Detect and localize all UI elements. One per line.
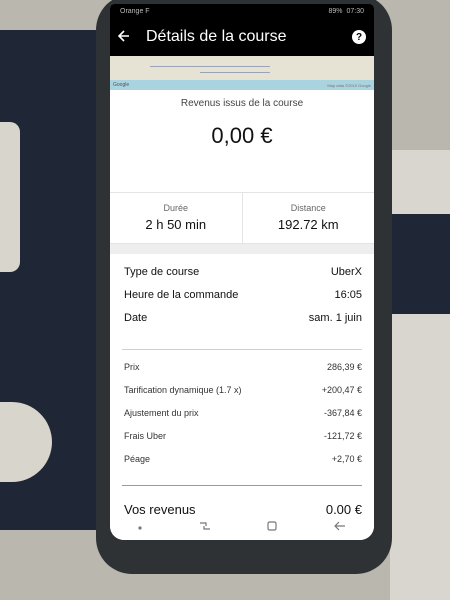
trip-stats: Durée 2 h 50 min Distance 192.72 km bbox=[110, 192, 374, 244]
case-cutout-bottom bbox=[0, 402, 52, 482]
duration-value: 2 h 50 min bbox=[145, 217, 207, 232]
phone-screen: Orange F 89% 07:30 Détails de la course … bbox=[110, 4, 374, 540]
duration-label: Durée bbox=[163, 203, 188, 213]
arrow-left-icon[interactable] bbox=[117, 29, 138, 45]
app-bar: Détails de la course ? bbox=[110, 18, 374, 56]
distance-stat: Distance 192.72 km bbox=[241, 193, 375, 243]
dot-icon bbox=[138, 521, 142, 533]
fare-label: Frais Uber bbox=[124, 431, 167, 441]
fare-label: Ajustement du prix bbox=[124, 408, 199, 418]
trip-info: Type de course UberX Heure de la command… bbox=[110, 254, 374, 345]
page-title: Détails de la course bbox=[146, 28, 287, 45]
fare-value: +200,47 € bbox=[321, 385, 362, 395]
fare-label: Péage bbox=[124, 454, 151, 464]
map-road bbox=[150, 66, 270, 67]
case-cutout-top bbox=[0, 122, 20, 272]
clock: 07:30 bbox=[346, 7, 364, 15]
fare-row: Prix 286,39 € bbox=[124, 362, 362, 385]
fare-value: -367,84 € bbox=[323, 408, 362, 418]
system-nav-bar bbox=[110, 514, 374, 540]
fare-value: -121,72 € bbox=[323, 431, 362, 441]
help-icon[interactable]: ? bbox=[352, 30, 366, 44]
earnings-label: Revenus issus de la course bbox=[180, 98, 304, 109]
fare-row: Tarification dynamique (1.7 x) +200,47 € bbox=[124, 385, 362, 408]
earnings-amount: 0,00 € bbox=[211, 123, 273, 148]
battery-label: 89% bbox=[328, 7, 343, 15]
route-map[interactable]: Google Map data ©2019 Google bbox=[110, 56, 374, 90]
carrier-label: Orange F bbox=[120, 7, 150, 15]
distance-label: Distance bbox=[290, 203, 326, 213]
duration-stat: Durée 2 h 50 min bbox=[110, 193, 242, 243]
trip-type-label: Type de course bbox=[124, 266, 200, 278]
fare-value: +2,70 € bbox=[331, 454, 362, 464]
trip-info-row: Type de course UberX bbox=[124, 266, 362, 289]
trip-info-row: Heure de la commande 16:05 bbox=[124, 289, 362, 312]
map-land bbox=[110, 56, 374, 80]
map-attribution: Map data ©2019 Google bbox=[327, 83, 371, 88]
nav-back-icon[interactable] bbox=[333, 521, 346, 534]
earnings-summary: Revenus issus de la course 0,00 € bbox=[110, 90, 374, 192]
order-time-value: 16:05 bbox=[334, 289, 362, 301]
distance-value: 192.72 km bbox=[277, 217, 339, 232]
recents-icon[interactable] bbox=[199, 521, 211, 534]
home-icon[interactable] bbox=[267, 520, 277, 534]
trip-info-row: Date sam. 1 juin bbox=[124, 312, 362, 335]
fare-label: Tarification dynamique (1.7 x) bbox=[124, 385, 242, 395]
trip-type-value: UberX bbox=[330, 266, 362, 278]
date-label: Date bbox=[124, 312, 148, 324]
map-road bbox=[200, 72, 270, 73]
order-time-label: Heure de la commande bbox=[124, 289, 239, 301]
fare-row: Péage +2,70 € bbox=[124, 454, 362, 477]
section-gap bbox=[110, 244, 374, 254]
date-value: sam. 1 juin bbox=[308, 312, 362, 324]
fare-breakdown: Prix 286,39 € Tarification dynamique (1.… bbox=[110, 350, 374, 483]
fare-row: Frais Uber -121,72 € bbox=[124, 431, 362, 454]
status-bar: Orange F 89% 07:30 bbox=[110, 4, 374, 18]
fare-value: 286,39 € bbox=[326, 362, 362, 372]
fare-label: Prix bbox=[124, 362, 140, 372]
fare-row: Ajustement du prix -367,84 € bbox=[124, 408, 362, 431]
google-logo: Google bbox=[113, 82, 130, 88]
